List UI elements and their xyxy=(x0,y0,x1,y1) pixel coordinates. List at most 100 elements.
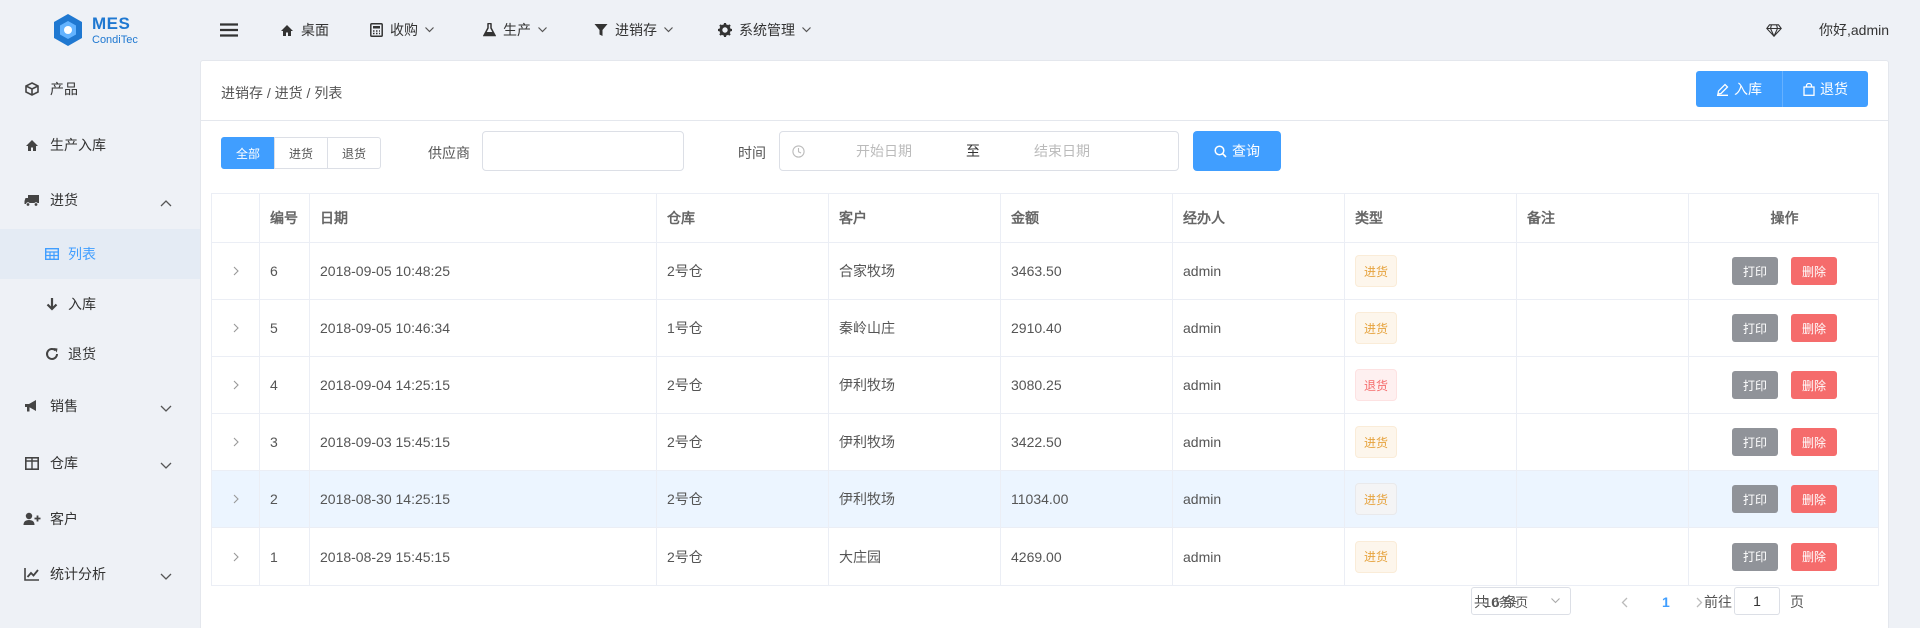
delete-button[interactable]: 删除 xyxy=(1791,314,1838,342)
print-button[interactable]: 打印 xyxy=(1731,485,1778,513)
delete-button[interactable]: 删除 xyxy=(1791,485,1838,513)
cell-id: 4 xyxy=(260,357,310,413)
sidebar: MES CondiTec 产品 生产入库 进货 列表 入库 退货 销售 仓库 客… xyxy=(0,0,200,628)
table-row[interactable]: 3 2018-09-03 15:45:15 2号仓 伊利牧场 3422.50 a… xyxy=(212,414,1878,471)
delete-button[interactable]: 删除 xyxy=(1791,542,1838,571)
arrow-down-icon xyxy=(43,295,61,313)
nav-desktop[interactable]: 桌面 xyxy=(280,0,329,60)
print-button[interactable]: 打印 xyxy=(1731,542,1778,571)
sidebar-item-label: 统计分析 xyxy=(50,566,106,582)
cell-date: 2018-09-05 10:48:25 xyxy=(310,243,657,299)
user-plus-icon xyxy=(23,510,41,528)
time-label: 时间 xyxy=(738,145,766,161)
chevron-down-icon xyxy=(425,27,434,33)
chevron-down-icon xyxy=(664,27,673,33)
sidebar-item-statistics[interactable]: 统计分析 xyxy=(0,550,200,598)
nav-inventory[interactable]: 进销存 xyxy=(594,0,673,60)
filter-all-button[interactable]: 全部 xyxy=(221,137,276,169)
stock-in-button[interactable]: 入库 xyxy=(1696,71,1783,107)
diamond-button[interactable] xyxy=(1766,0,1782,60)
table-row[interactable]: 4 2018-09-04 14:25:15 2号仓 伊利牧场 3080.25 a… xyxy=(212,357,1878,414)
print-button[interactable]: 打印 xyxy=(1731,428,1778,456)
type-tag: 进货 xyxy=(1355,483,1398,515)
cell-handler: admin xyxy=(1173,243,1345,299)
chevron-down-icon xyxy=(802,27,811,33)
filter-return-button[interactable]: 退货 xyxy=(327,137,382,169)
nav-label: 进销存 xyxy=(615,22,657,38)
expand-row-chevron-icon[interactable] xyxy=(212,357,260,413)
column-header-date: 日期 xyxy=(310,194,657,242)
delete-button[interactable]: 删除 xyxy=(1791,371,1838,399)
sidebar-item-return[interactable]: 退货 xyxy=(0,330,200,378)
expand-column-header xyxy=(212,194,260,242)
gear-icon xyxy=(718,23,732,37)
table-row[interactable]: 1 2018-08-29 15:45:15 2号仓 大庄园 4269.00 ad… xyxy=(212,528,1878,585)
table-row[interactable]: 5 2018-09-05 10:46:34 1号仓 秦岭山庄 2910.40 a… xyxy=(212,300,1878,357)
cell-amount: 3422.50 xyxy=(1001,414,1173,470)
date-range-picker[interactable]: 开始日期 至 结束日期 xyxy=(779,131,1179,171)
supplier-input[interactable] xyxy=(482,131,684,171)
cell-warehouse: 2号仓 xyxy=(657,414,829,470)
sidebar-item-sales[interactable]: 销售 xyxy=(0,382,200,430)
truck-icon xyxy=(23,191,41,209)
print-button[interactable]: 打印 xyxy=(1731,314,1778,342)
line-chart-icon xyxy=(23,565,41,583)
search-button[interactable]: 查询 xyxy=(1193,131,1281,171)
nav-acquisition[interactable]: 收购 xyxy=(370,0,434,60)
prev-page-button[interactable] xyxy=(1621,588,1628,616)
delete-button[interactable]: 删除 xyxy=(1791,257,1838,285)
app-logo[interactable]: MES CondiTec xyxy=(50,12,160,52)
cell-note xyxy=(1517,243,1689,299)
end-date-placeholder[interactable]: 结束日期 xyxy=(1034,141,1090,161)
start-date-placeholder[interactable]: 开始日期 xyxy=(856,141,912,161)
sidebar-item-label: 进货 xyxy=(50,192,78,208)
cell-id: 5 xyxy=(260,300,310,356)
next-page-button[interactable] xyxy=(1696,588,1703,616)
chevron-down-icon xyxy=(1551,598,1560,604)
sidebar-item-purchase[interactable]: 进货 xyxy=(0,176,200,224)
cell-id: 1 xyxy=(260,528,310,585)
sidebar-item-customer[interactable]: 客户 xyxy=(0,495,200,543)
search-label: 查询 xyxy=(1232,143,1260,159)
return-button[interactable]: 退货 xyxy=(1783,71,1868,107)
chevron-down-icon xyxy=(160,457,172,473)
cell-type: 进货 xyxy=(1345,528,1517,585)
sidebar-item-list[interactable]: 列表 xyxy=(0,229,200,279)
cell-actions: 打印 删除 xyxy=(1689,414,1880,470)
table-row[interactable]: 6 2018-09-05 10:48:25 2号仓 合家牧场 3463.50 a… xyxy=(212,243,1878,300)
goto-page-input[interactable]: 1 xyxy=(1734,587,1780,615)
page-number-current[interactable]: 1 xyxy=(1662,588,1670,616)
table-row[interactable]: 2 2018-08-30 14:25:15 2号仓 伊利牧场 11034.00 … xyxy=(212,471,1878,528)
cell-warehouse: 2号仓 xyxy=(657,357,829,413)
type-tag: 进货 xyxy=(1355,312,1398,344)
search-icon xyxy=(1214,144,1227,158)
expand-row-chevron-icon[interactable] xyxy=(212,471,260,527)
cell-note xyxy=(1517,357,1689,413)
hamburger-menu-button[interactable] xyxy=(220,0,238,60)
expand-row-chevron-icon[interactable] xyxy=(212,414,260,470)
sidebar-item-label: 销售 xyxy=(50,398,78,414)
expand-row-chevron-icon[interactable] xyxy=(212,300,260,356)
cell-date: 2018-09-05 10:46:34 xyxy=(310,300,657,356)
print-button[interactable]: 打印 xyxy=(1731,371,1778,399)
filter-purchase-button[interactable]: 进货 xyxy=(274,137,329,169)
nav-production[interactable]: 生产 xyxy=(483,0,547,60)
cell-note xyxy=(1517,300,1689,356)
sidebar-item-product[interactable]: 产品 xyxy=(0,65,200,113)
user-menu[interactable]: 你好,admin xyxy=(1819,0,1889,60)
delete-button[interactable]: 删除 xyxy=(1791,428,1838,456)
sidebar-item-warehouse[interactable]: 仓库 xyxy=(0,439,200,487)
nav-system-management[interactable]: 系统管理 xyxy=(718,0,811,60)
cell-warehouse: 2号仓 xyxy=(657,243,829,299)
cell-customer: 大庄园 xyxy=(829,528,1001,585)
cell-note xyxy=(1517,528,1689,585)
print-button[interactable]: 打印 xyxy=(1731,257,1778,285)
sidebar-item-stock-in[interactable]: 入库 xyxy=(0,280,200,328)
cube-icon xyxy=(23,80,41,98)
expand-row-chevron-icon[interactable] xyxy=(212,528,260,585)
cell-amount: 11034.00 xyxy=(1001,471,1173,527)
cell-handler: admin xyxy=(1173,528,1345,585)
sidebar-item-production-stock-in[interactable]: 生产入库 xyxy=(0,121,200,169)
page-size-select[interactable]: 10条/页 xyxy=(1471,587,1571,615)
expand-row-chevron-icon[interactable] xyxy=(212,243,260,299)
